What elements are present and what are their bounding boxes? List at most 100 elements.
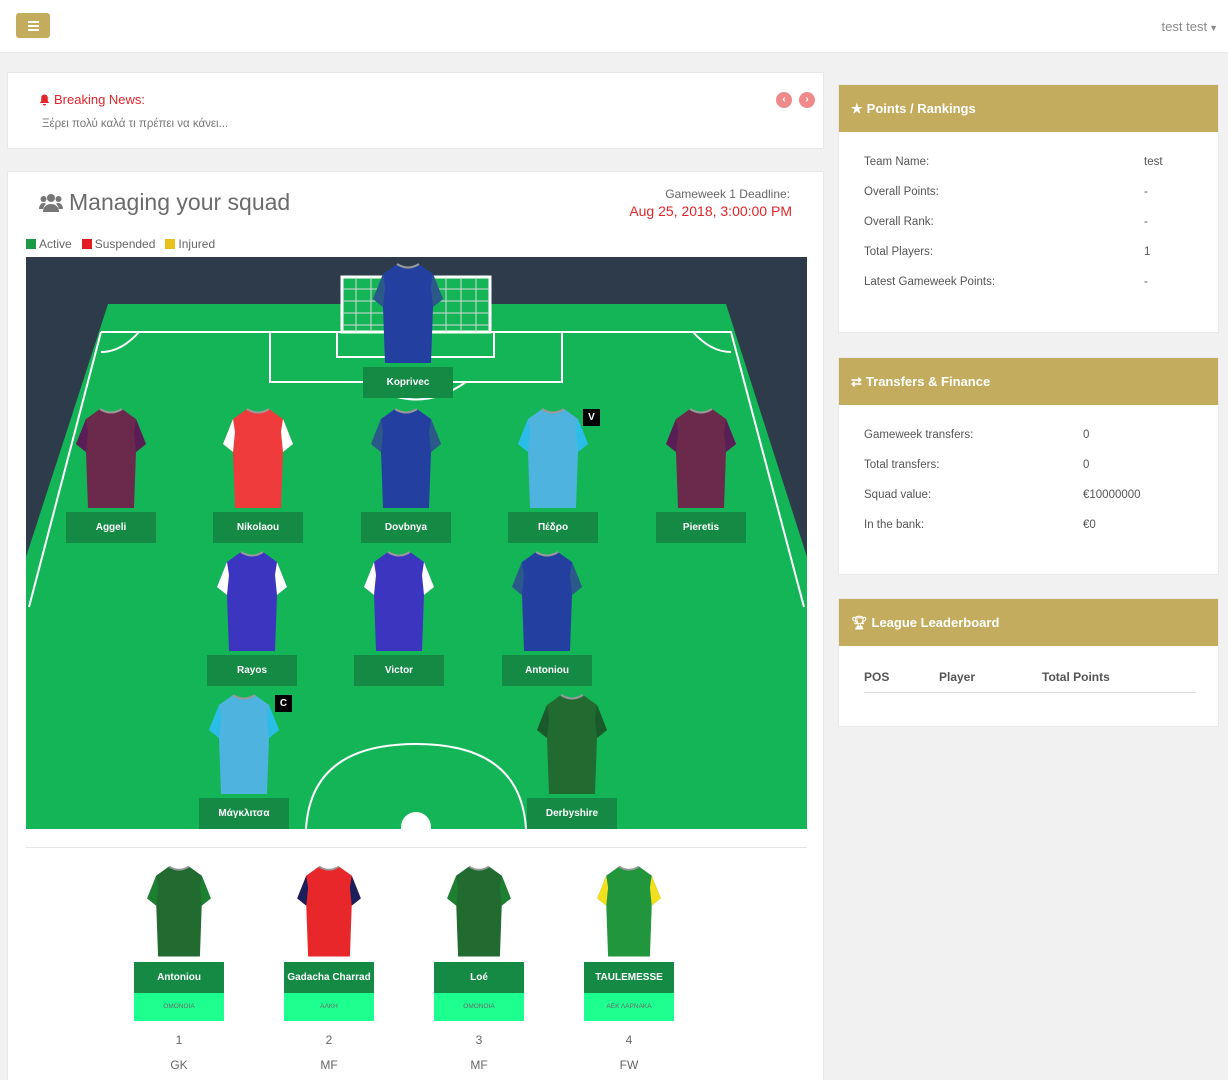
transfers-row: Gameweek transfers: 0	[864, 429, 1090, 441]
col-pos: POS	[864, 670, 890, 684]
news-text: Ξέρει πολύ καλά τι πρέπει να κάνει...	[42, 118, 229, 130]
shirt-icon	[597, 865, 661, 957]
league-title: League Leaderboard	[871, 615, 1000, 630]
player-slot[interactable]: Antoniou	[502, 547, 592, 686]
player-slot[interactable]: Dovbnya	[361, 404, 451, 543]
player-slot[interactable]: Derbyshire	[527, 690, 617, 829]
bell-icon	[39, 94, 50, 105]
hamburger-icon	[27, 20, 39, 23]
player-name: Pieretis	[656, 512, 746, 543]
player-name: Koprivec	[363, 367, 453, 398]
bench-order: 2	[325, 1033, 333, 1047]
player-name: Πέδρο	[508, 512, 598, 543]
menu-toggle-button[interactable]	[16, 13, 50, 38]
transfers-finance-panel: ⇄ Transfers & Finance Gameweek transfers…	[838, 357, 1219, 575]
exchange-icon: ⇄	[851, 373, 862, 389]
news-prev-button[interactable]: ‹	[776, 92, 792, 108]
bench-slot[interactable]: Antoniou ΟΜΟΝΟΙΑ 1 GK	[134, 862, 224, 1072]
shirt-icon	[512, 551, 582, 651]
pitch: Koprivec Aggeli Nikolaou Dovbnya Πέδρο V…	[26, 257, 807, 829]
player-name: Rayos	[207, 655, 297, 686]
trophy-icon: 🏆︎	[851, 614, 868, 630]
transfers-row: Squad value: €10000000	[864, 489, 1141, 501]
shirt-icon	[371, 408, 441, 508]
bench-order: 1	[175, 1033, 183, 1047]
player-name: Victor	[354, 655, 444, 686]
player-name: Dovbnya	[361, 512, 451, 543]
user-menu[interactable]: test test ▼	[1162, 19, 1218, 34]
bench-slot[interactable]: Gadacha Charrad ΑΛΚΗ 2 MF	[284, 862, 374, 1072]
points-row: Total Players: 1	[864, 246, 1151, 258]
shirt-icon	[666, 408, 736, 508]
legend-active: Active	[26, 237, 72, 251]
player-slot[interactable]: Victor	[354, 547, 444, 686]
users-icon	[39, 193, 63, 212]
shirt-icon	[447, 865, 511, 957]
player-name: Derbyshire	[527, 798, 617, 829]
col-player: Player	[939, 670, 976, 684]
bench-position: MF	[320, 1058, 338, 1072]
bench-player-team: ΑΛΚΗ	[284, 993, 374, 1021]
deadline-label: Gameweek 1 Deadline:	[665, 187, 790, 201]
bench-position: FW	[619, 1058, 639, 1072]
legend-suspended: Suspended	[81, 237, 155, 251]
bench-player-name: Gadacha Charrad	[284, 962, 374, 993]
player-slot[interactable]: Aggeli	[66, 404, 156, 543]
player-name: Μάγκλιτσα	[199, 798, 289, 829]
shirt-icon	[297, 865, 361, 957]
col-total-points: Total Points	[1042, 670, 1110, 684]
points-row: Overall Rank: -	[864, 216, 1148, 228]
bench-slot[interactable]: Loé ΟΜΟΝΟΙΑ 3 MF	[434, 862, 524, 1072]
bench-player-name: Antoniou	[134, 962, 224, 993]
user-name: test test	[1161, 19, 1208, 34]
league-leaderboard-panel: 🏆︎ League Leaderboard POS Player Total P…	[838, 598, 1219, 727]
shirt-icon	[217, 551, 287, 651]
points-row: Latest Gameweek Points: -	[864, 276, 1148, 288]
leaderboard-header: POS Player Total Points	[864, 670, 1196, 693]
points-title: Points / Rankings	[866, 101, 976, 116]
chevron-left-icon: ‹	[782, 94, 786, 105]
squad-panel: Managing your squad Gameweek 1 Deadline:…	[7, 171, 824, 1080]
bench-player-name: TAULEMESSE	[584, 962, 674, 993]
points-row: Overall Points: -	[864, 186, 1148, 198]
legend-injured: Injured	[165, 237, 215, 251]
player-name: Aggeli	[66, 512, 156, 543]
player-slot[interactable]: Rayos	[207, 547, 297, 686]
shirt-icon	[147, 865, 211, 957]
shirt-icon	[209, 694, 279, 794]
player-slot[interactable]: Nikolaou	[213, 404, 303, 543]
player-name: Antoniou	[502, 655, 592, 686]
bench-divider	[26, 847, 807, 848]
player-slot[interactable]: Koprivec	[363, 259, 453, 398]
bench-position: MF	[470, 1058, 488, 1072]
transfers-title: Transfers & Finance	[865, 374, 991, 389]
shirt-icon	[537, 694, 607, 794]
news-title: Breaking News:	[54, 92, 146, 107]
caret-down-icon: ▼	[1209, 23, 1218, 33]
breaking-news-panel: Breaking News: Ξέρει πολύ καλά τι πρέπει…	[7, 72, 824, 149]
player-slot[interactable]: Μάγκλιτσα C	[199, 690, 292, 829]
player-slot[interactable]: Pieretis	[656, 404, 746, 543]
captain-badge: C	[275, 695, 292, 712]
shirt-icon	[76, 408, 146, 508]
bench-position: GK	[170, 1058, 188, 1072]
vice-captain-badge: V	[583, 409, 600, 426]
bench-player-team: ΟΜΟΝΟΙΑ	[434, 993, 524, 1021]
legend-injured-swatch	[165, 239, 176, 249]
legend-suspended-swatch	[81, 239, 92, 249]
transfers-row: Total transfers: 0	[864, 459, 1090, 471]
bench-player-team: ΟΜΟΝΟΙΑ	[134, 993, 224, 1021]
player-slot[interactable]: Πέδρο V	[508, 404, 600, 543]
bench-player-team: ΑΕΚ ΛΑΡΝΑΚΑ	[584, 993, 674, 1021]
news-next-button[interactable]: ›	[799, 92, 815, 108]
star-icon: ★	[851, 100, 863, 116]
deadline-date: Aug 25, 2018, 3:00:00 PM	[629, 203, 792, 219]
shirt-icon	[364, 551, 434, 651]
legend-active-swatch	[26, 239, 36, 249]
bench-slot[interactable]: TAULEMESSE ΑΕΚ ΛΑΡΝΑΚΑ 4 FW	[584, 862, 674, 1072]
squad-title: Managing your squad	[69, 189, 291, 215]
bench-order: 4	[625, 1033, 633, 1047]
shirt-icon	[223, 408, 293, 508]
points-row: Team Name: test	[864, 156, 1163, 168]
points-rankings-panel: ★ Points / Rankings Team Name: test Overa…	[838, 84, 1219, 333]
